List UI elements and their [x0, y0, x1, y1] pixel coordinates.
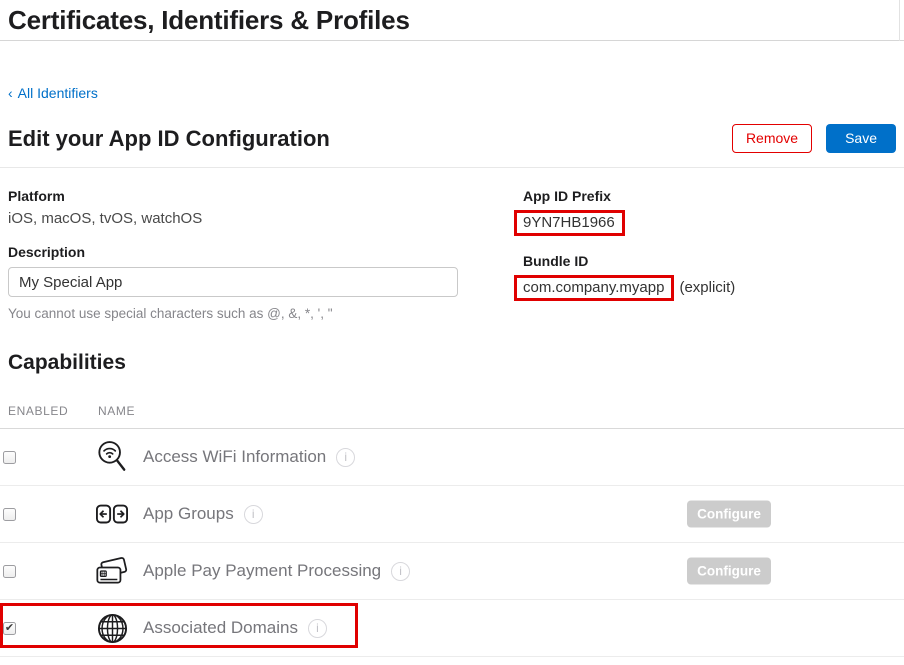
globe-icon: [96, 610, 128, 646]
app-id-prefix-label: App ID Prefix: [523, 188, 896, 204]
description-field: Description You cannot use special chara…: [8, 244, 523, 321]
configure-button[interactable]: Configure: [687, 501, 771, 528]
capability-checkbox[interactable]: [3, 622, 16, 635]
section-actions: Remove Save: [732, 124, 896, 153]
app-id-prefix-field: App ID Prefix 9YN7HB1966: [523, 188, 896, 236]
app-groups-icon: [96, 496, 128, 532]
bundle-id-type: (explicit): [679, 279, 735, 296]
platform-field: Platform iOS, macOS, tvOS, watchOS: [8, 188, 523, 227]
description-helper-text: You cannot use special characters such a…: [8, 306, 523, 321]
capability-checkbox[interactable]: [3, 451, 16, 464]
column-header-name: NAME: [98, 404, 135, 418]
capabilities-title: Capabilities: [8, 351, 896, 375]
app-id-prefix-annotation: 9YN7HB1966: [514, 210, 625, 236]
back-link-all-identifiers[interactable]: ‹ All Identifiers: [8, 85, 98, 101]
remove-button[interactable]: Remove: [732, 124, 812, 153]
section-header: Edit your App ID Configuration Remove Sa…: [8, 124, 896, 153]
capabilities-table: ENABLED NAME Access WiFi Information i: [0, 404, 904, 657]
bundle-id-annotation: com.company.myapp: [514, 275, 674, 301]
save-button[interactable]: Save: [826, 124, 896, 153]
chevron-left-icon: ‹: [8, 85, 13, 101]
capabilities-table-header: ENABLED NAME: [0, 404, 904, 429]
page-header: Certificates, Identifiers & Profiles: [0, 0, 904, 41]
back-link-label: All Identifiers: [18, 85, 98, 101]
page-title: Certificates, Identifiers & Profiles: [0, 0, 904, 36]
description-input[interactable]: [8, 267, 458, 297]
page-edge-divider: [899, 0, 900, 41]
section-title: Edit your App ID Configuration: [8, 126, 330, 152]
capability-row-apple-pay: Apple Pay Payment Processing i Configure: [0, 543, 904, 600]
capability-checkbox[interactable]: [3, 565, 16, 578]
info-icon[interactable]: i: [391, 562, 410, 581]
info-icon[interactable]: i: [308, 619, 327, 638]
configure-button[interactable]: Configure: [687, 558, 771, 585]
capability-row-associated-domains: Associated Domains i: [0, 600, 904, 657]
platform-label: Platform: [8, 188, 523, 204]
capability-name: Associated Domains: [143, 618, 298, 638]
capability-name: Access WiFi Information: [143, 447, 326, 467]
capability-name: App Groups: [143, 504, 234, 524]
capability-name: Apple Pay Payment Processing: [143, 561, 381, 581]
app-id-form: Platform iOS, macOS, tvOS, watchOS Descr…: [0, 168, 904, 321]
bundle-id-field: Bundle ID com.company.myapp (explicit): [523, 253, 896, 301]
description-label: Description: [8, 244, 523, 260]
info-icon[interactable]: i: [244, 505, 263, 524]
capability-checkbox[interactable]: [3, 508, 16, 521]
bundle-id-label: Bundle ID: [523, 253, 896, 269]
app-id-prefix-value: 9YN7HB1966: [523, 214, 615, 231]
payment-cards-icon: [96, 553, 128, 589]
column-header-enabled: ENABLED: [8, 404, 98, 418]
bundle-id-value: com.company.myapp: [523, 279, 664, 296]
capability-row-app-groups: App Groups i Configure: [0, 486, 904, 543]
info-icon[interactable]: i: [336, 448, 355, 467]
wifi-search-icon: [96, 439, 128, 475]
platform-value: iOS, macOS, tvOS, watchOS: [8, 210, 523, 227]
capability-row-access-wifi: Access WiFi Information i: [0, 429, 904, 486]
